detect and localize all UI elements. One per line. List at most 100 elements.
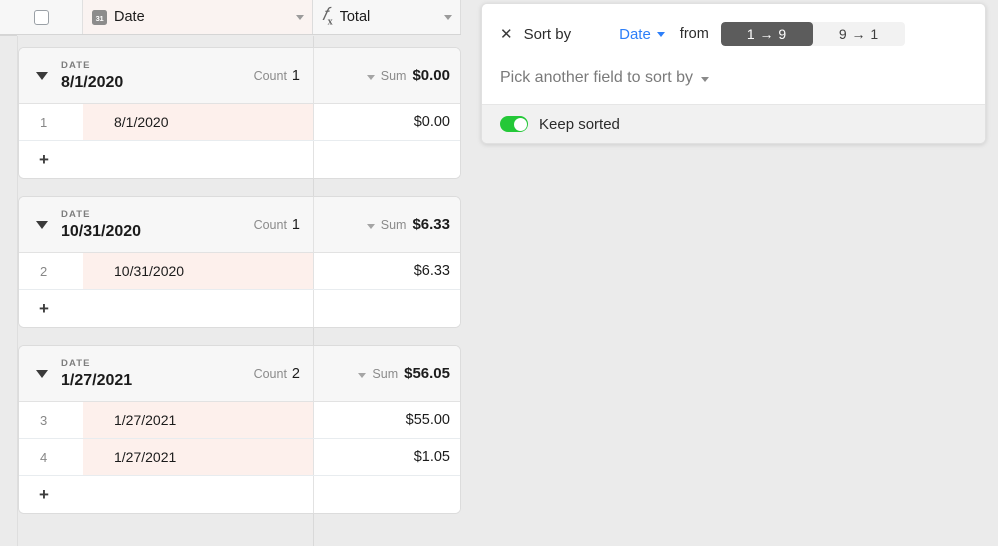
row-number: 1: [19, 104, 83, 140]
sort-field-select[interactable]: Date: [619, 26, 665, 43]
grid-body: DATE 8/1/2020 Count 1 Sum $0.00 1 8/1/2020 $0.00…: [0, 36, 461, 546]
pick-another-field-row[interactable]: Pick another field to sort by: [500, 47, 967, 104]
add-record-left[interactable]: +: [19, 141, 314, 178]
row-number: 3: [19, 402, 83, 438]
group-field: DATE 10/31/2020: [61, 209, 254, 241]
group-count-value: 1: [291, 67, 300, 84]
chevron-down-icon-date[interactable]: [296, 14, 304, 20]
keep-sorted-toggle[interactable]: [500, 116, 528, 132]
group-sum-label: Sum: [380, 217, 407, 232]
add-record-left[interactable]: +: [19, 476, 314, 513]
add-record-row[interactable]: +: [19, 141, 460, 178]
group-count[interactable]: Count 1: [254, 217, 313, 233]
chevron-down-icon-total[interactable]: [444, 14, 452, 20]
collapse-triangle-icon[interactable]: [36, 220, 48, 229]
group-count-value: 2: [291, 365, 300, 382]
group-count-label: Count: [253, 217, 287, 232]
group-summary-total[interactable]: Sum $56.05: [314, 346, 460, 401]
cell-date[interactable]: 8/1/2020: [83, 104, 314, 140]
group-field-value: 1/27/2021: [61, 371, 133, 389]
sort-field-value: Date: [619, 25, 651, 43]
group-count-value: 1: [291, 216, 300, 233]
pick-another-field-label: Pick another field to sort by: [500, 69, 693, 86]
group-field-name: DATE: [61, 208, 91, 220]
chevron-down-icon-sort-field: [656, 31, 665, 37]
table-row[interactable]: 2 10/31/2020 $6.33: [19, 253, 460, 290]
collapse-triangle-icon[interactable]: [36, 71, 48, 80]
plus-icon[interactable]: +: [39, 486, 49, 503]
group-sum-value: $0.00: [412, 67, 450, 84]
group-summary-total[interactable]: Sum $6.33: [314, 197, 460, 252]
select-all-checkbox[interactable]: [33, 9, 49, 25]
sort-panel-body: ✕ Sort by Date from 1 → 9 9 → 1 Pick ano…: [482, 4, 985, 104]
toggle-knob: [513, 117, 527, 131]
sort-by-panel: ✕ Sort by Date from 1 → 9 9 → 1 Pick ano…: [481, 3, 986, 144]
group-summary-total[interactable]: Sum $0.00: [314, 48, 460, 103]
group-count[interactable]: Count 2: [254, 366, 313, 382]
column-header-date[interactable]: 31 Date: [83, 0, 313, 34]
chevron-down-icon-sum: [366, 224, 375, 229]
row-number: 2: [19, 253, 83, 289]
cell-total[interactable]: $0.00: [314, 104, 460, 140]
select-all-cell[interactable]: [0, 0, 83, 34]
group-count-label: Count: [253, 68, 287, 83]
collapse-triangle-icon[interactable]: [36, 369, 48, 378]
column-header-total-label: Total: [339, 9, 371, 25]
close-icon[interactable]: ✕: [500, 27, 513, 42]
group-field: DATE 1/27/2021: [61, 358, 254, 390]
group-card: DATE 10/31/2020 Count 1 Sum $6.33 2 10/31/2020 $…: [18, 196, 461, 328]
plus-icon[interactable]: +: [39, 300, 49, 317]
cell-date[interactable]: 1/27/2021: [83, 402, 314, 438]
airtable-grid-screen: 31 Date 𝑓x Total DATE 8/1/2020 Count 1 Sum $0…: [0, 0, 998, 546]
group-field-name: DATE: [61, 59, 91, 71]
chevron-down-icon-sum: [358, 373, 367, 378]
sort-direction-toggle: 1 → 9 9 → 1: [720, 22, 905, 46]
keep-sorted-row[interactable]: Keep sorted: [482, 104, 985, 143]
group-field: DATE 8/1/2020: [61, 60, 254, 92]
grid-column-header: 31 Date 𝑓x Total: [0, 0, 461, 35]
group-sum-label: Sum: [372, 366, 399, 381]
sort-by-title: Sort by: [523, 25, 572, 43]
group-card: DATE 8/1/2020 Count 1 Sum $0.00 1 8/1/2020 $0.00…: [18, 47, 461, 179]
sort-descending-button[interactable]: 9 → 1: [813, 22, 905, 46]
cell-total[interactable]: $1.05: [314, 439, 460, 475]
column-header-date-label: Date: [114, 9, 145, 25]
cell-date[interactable]: 10/31/2020: [83, 253, 314, 289]
cell-date[interactable]: 1/27/2021: [83, 439, 314, 475]
table-row[interactable]: 1 8/1/2020 $0.00: [19, 104, 460, 141]
calendar-icon: 31: [92, 9, 107, 25]
group-header-left: DATE 10/31/2020 Count 1: [19, 197, 314, 252]
group-count[interactable]: Count 1: [254, 68, 313, 84]
sort-config-row: ✕ Sort by Date from 1 → 9 9 → 1: [500, 21, 967, 47]
table-row[interactable]: 4 1/27/2021 $1.05: [19, 439, 460, 476]
chevron-down-icon-pick-field: [700, 76, 709, 82]
group-header: DATE 1/27/2021 Count 2 Sum $56.05: [19, 346, 460, 402]
sort-ascending-button[interactable]: 1 → 9: [720, 22, 813, 46]
group-sum-label: Sum: [380, 68, 407, 83]
add-record-row[interactable]: +: [19, 290, 460, 327]
row-number: 4: [19, 439, 83, 475]
group-sum-value: $6.33: [412, 216, 450, 233]
cell-total[interactable]: $6.33: [314, 253, 460, 289]
group-header: DATE 10/31/2020 Count 1 Sum $6.33: [19, 197, 460, 253]
group-count-label: Count: [253, 366, 287, 381]
column-header-total[interactable]: 𝑓x Total: [313, 0, 461, 34]
formula-fx-icon: 𝑓x: [322, 3, 333, 28]
group-header-left: DATE 1/27/2021 Count 2: [19, 346, 314, 401]
from-label: from: [679, 26, 709, 42]
group-card: DATE 1/27/2021 Count 2 Sum $56.05 3 1/27/2021 $5…: [18, 345, 461, 514]
add-record-row[interactable]: +: [19, 476, 460, 513]
group-header: DATE 8/1/2020 Count 1 Sum $0.00: [19, 48, 460, 104]
chevron-down-icon-sum: [366, 75, 375, 80]
add-record-right: [314, 476, 460, 513]
cell-total[interactable]: $55.00: [314, 402, 460, 438]
add-record-left[interactable]: +: [19, 290, 314, 327]
group-field-value: 8/1/2020: [61, 73, 124, 91]
group-header-left: DATE 8/1/2020 Count 1: [19, 48, 314, 103]
group-field-value: 10/31/2020: [61, 222, 142, 240]
add-record-right: [314, 141, 460, 178]
group-field-name: DATE: [61, 357, 91, 369]
add-record-right: [314, 290, 460, 327]
plus-icon[interactable]: +: [39, 151, 49, 168]
table-row[interactable]: 3 1/27/2021 $55.00: [19, 402, 460, 439]
